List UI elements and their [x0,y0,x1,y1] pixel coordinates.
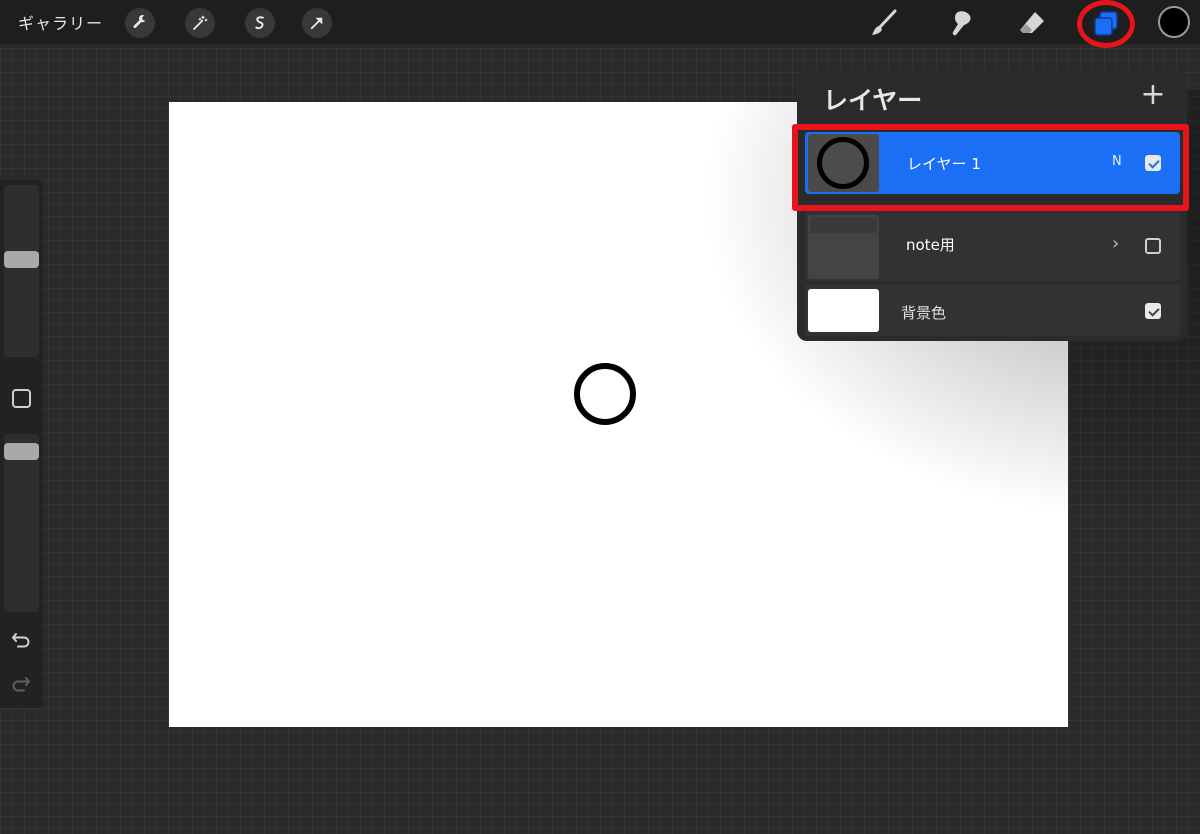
transform-button[interactable] [302,8,332,38]
background-layer-row[interactable]: 背景色 [805,284,1180,336]
redo-icon[interactable] [10,672,32,694]
background-thumbnail [808,289,879,332]
brush-size-thumb[interactable] [4,251,39,268]
actions-button[interactable] [125,8,155,38]
layers-icon [1094,11,1118,36]
add-layer-button[interactable]: + [1139,80,1167,110]
layer-visibility-checkbox[interactable] [1145,238,1161,254]
selection-icon [255,16,264,30]
top-toolbar: ギャラリー [0,0,1200,48]
eraser-icon [1020,12,1044,33]
group-thumbnail [808,215,879,279]
undo-icon[interactable] [10,628,32,650]
brush-icon [872,9,897,35]
adjustments-button[interactable] [185,8,215,38]
layer-group-row[interactable]: note用 › [805,211,1180,281]
smudge-button[interactable] [944,6,978,40]
group-name: note用 [906,236,955,254]
magic-wand-icon [193,15,208,30]
wrench-icon [133,15,146,28]
eraser-button[interactable] [1015,6,1049,40]
layer-visibility-checkbox[interactable] [1145,303,1161,319]
modify-button[interactable] [12,389,31,408]
layers-button[interactable] [1077,0,1135,48]
color-picker-button[interactable] [1158,6,1190,38]
opacity-thumb[interactable] [4,443,39,460]
transform-arrow-icon [310,17,323,30]
background-layer-name: 背景色 [901,304,947,322]
gallery-button[interactable]: ギャラリー [18,10,103,34]
smudge-icon [952,11,971,36]
left-sidebar [0,180,43,708]
drawn-circle-stroke [574,363,636,425]
highlight-annotation [792,124,1189,211]
group-thumbnail-preview [810,217,877,233]
opacity-slider[interactable] [4,434,39,612]
brush-button[interactable] [867,6,901,40]
brush-size-slider[interactable] [4,185,39,357]
layers-panel-title: レイヤー [823,86,923,115]
selection-button[interactable] [245,8,275,38]
chevron-right-icon[interactable]: › [1112,233,1119,254]
